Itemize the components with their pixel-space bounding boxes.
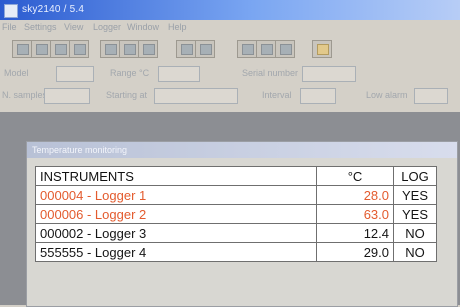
serial-field[interactable] <box>302 66 356 82</box>
menu-help[interactable]: Help <box>168 20 187 34</box>
help-icon[interactable] <box>312 40 332 58</box>
temperature-cell: 63.0 <box>316 204 394 224</box>
log-cell: NO <box>393 223 437 243</box>
log-cell: YES <box>393 204 437 224</box>
info-row-2: N. samples Starting at Interval Low alar… <box>0 86 460 106</box>
low-alarm-field[interactable] <box>414 88 448 104</box>
instrument-cell: 555555 - Logger 4 <box>35 242 317 262</box>
menu-window[interactable]: Window <box>127 20 159 34</box>
config-icon[interactable] <box>237 40 257 58</box>
menu-logger[interactable]: Logger <box>93 20 121 34</box>
temperature-cell: 12.4 <box>316 223 394 243</box>
open-icon[interactable] <box>12 40 32 58</box>
menu-settings[interactable]: Settings <box>24 20 57 34</box>
serial-label: Serial number <box>242 68 299 78</box>
log-cell: YES <box>393 185 437 205</box>
model-label: Model <box>4 68 29 78</box>
table-row[interactable]: 000006 - Logger 2 63.0 YES <box>35 204 437 224</box>
chart-icon[interactable] <box>195 40 215 58</box>
instrument-cell: 000002 - Logger 3 <box>35 223 317 243</box>
log-cell: NO <box>393 242 437 262</box>
grid-icon[interactable] <box>100 40 120 58</box>
print-icon[interactable] <box>50 40 70 58</box>
child-window-title: Temperature monitoring <box>32 145 128 155</box>
instrument-cell: 000004 - Logger 1 <box>35 185 317 205</box>
low-alarm-label: Low alarm <box>366 90 408 100</box>
info-row-1: Model Range °C Serial number <box>0 64 460 84</box>
table-row[interactable]: 555555 - Logger 4 29.0 NO <box>35 242 437 262</box>
title-bar: sky2140 / 5.4 <box>0 0 460 20</box>
header-log[interactable]: LOG <box>393 166 437 186</box>
model-field[interactable] <box>56 66 94 82</box>
search-icon[interactable] <box>138 40 158 58</box>
header-temperature[interactable]: °C <box>316 166 394 186</box>
samples-label: N. samples <box>2 90 48 100</box>
instrument-cell: 000006 - Logger 2 <box>35 204 317 224</box>
toolbar <box>0 34 460 62</box>
table-icon[interactable] <box>69 40 89 58</box>
temperature-cell: 28.0 <box>316 185 394 205</box>
app-icon <box>4 4 18 18</box>
export-icon[interactable] <box>256 40 276 58</box>
menu-bar: File Settings View Logger Window Help <box>0 20 460 34</box>
settings-icon[interactable] <box>275 40 295 58</box>
range-label: Range °C <box>110 68 150 78</box>
samples-field[interactable] <box>44 88 90 104</box>
monitor-icon[interactable] <box>176 40 196 58</box>
menu-view[interactable]: View <box>64 20 83 34</box>
range-field[interactable] <box>158 66 200 82</box>
interval-label: Interval <box>262 90 292 100</box>
child-title-bar[interactable]: Temperature monitoring <box>27 142 457 158</box>
temperature-monitoring-window: Temperature monitoring INSTRUMENTS °C LO… <box>26 141 458 307</box>
zoom-icon[interactable] <box>119 40 139 58</box>
table-row[interactable]: 000004 - Logger 1 28.0 YES <box>35 185 437 205</box>
table-header-row: INSTRUMENTS °C LOG <box>35 166 437 186</box>
header-instruments[interactable]: INSTRUMENTS <box>35 166 317 186</box>
menu-file[interactable]: File <box>2 20 17 34</box>
interval-field[interactable] <box>300 88 336 104</box>
instruments-table: INSTRUMENTS °C LOG 000004 - Logger 1 28.… <box>35 166 437 262</box>
window-title: sky2140 / 5.4 <box>22 4 85 15</box>
temperature-cell: 29.0 <box>316 242 394 262</box>
table-row[interactable]: 000002 - Logger 3 12.4 NO <box>35 223 437 243</box>
save-icon[interactable] <box>31 40 51 58</box>
starting-label: Starting at <box>106 90 148 100</box>
starting-field[interactable] <box>154 88 238 104</box>
